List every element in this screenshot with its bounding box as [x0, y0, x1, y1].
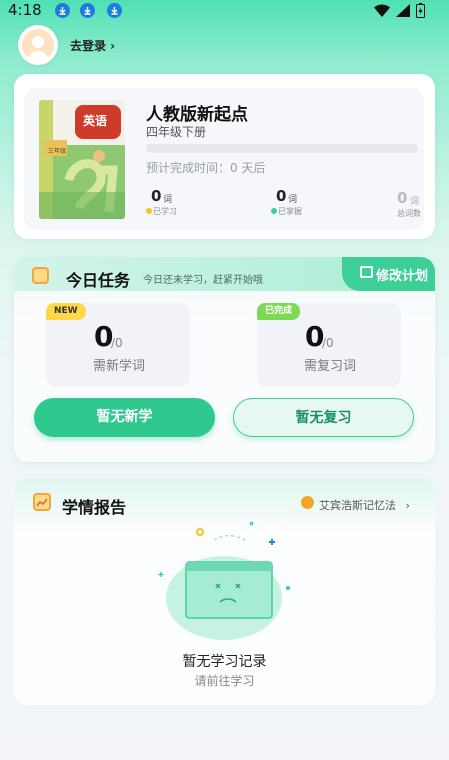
stat-learned-label: 已学习	[153, 207, 177, 216]
memory-method-link[interactable]: 艾宾浩斯记忆法 ›	[319, 497, 410, 513]
checklist-icon	[360, 266, 373, 278]
memory-method-label: 艾宾浩斯记忆法	[319, 499, 396, 512]
empty-state-illustration	[158, 521, 290, 640]
done-tag: 已完成	[257, 303, 301, 320]
report-icon	[33, 493, 51, 511]
stat-learned-value: 0	[151, 187, 162, 205]
empty-state-title: 暂无学习记录	[182, 654, 267, 670]
stat-total-label: 总词数	[397, 209, 421, 218]
new-words-button[interactable]: 暂无新学	[34, 398, 215, 437]
new-tag: NEW	[46, 303, 86, 320]
signal-icon	[396, 4, 410, 17]
book-cover[interactable]: 英语 三年级	[39, 100, 125, 219]
user-icon	[22, 29, 54, 61]
eta-text: 预计完成时间：0 天后	[146, 161, 266, 175]
stat-total-unit: 词	[410, 197, 420, 207]
book-title: 人教版新起点	[146, 105, 248, 125]
empty-state-subtitle: 请前往学习	[194, 674, 255, 688]
stat-learned-unit: 词	[163, 195, 173, 205]
book-cover-grade: 三年级	[48, 148, 67, 155]
download-icon	[80, 3, 95, 18]
wifi-icon	[374, 4, 390, 17]
bulb-icon	[301, 496, 314, 509]
avatar[interactable]	[18, 25, 58, 65]
battery-icon	[416, 3, 425, 18]
status-bar: 4:18	[0, 0, 449, 24]
report-title: 学情报告	[62, 498, 127, 517]
review-total: /0	[322, 336, 334, 350]
edit-plan-button[interactable]: 修改计划	[342, 257, 435, 291]
mastered-dot-icon	[271, 208, 277, 214]
stat-mastered-value: 0	[276, 187, 287, 205]
status-time: 4:18	[8, 1, 42, 19]
progress-bar	[146, 144, 418, 153]
download-icon	[107, 3, 122, 18]
edit-plan-label: 修改计划	[376, 269, 429, 284]
task-title: 今日任务	[66, 271, 131, 290]
review-label: 需复习词	[304, 359, 357, 374]
stat-total-value: 0	[397, 189, 408, 207]
review-words-box: 已完成 0 /0 需复习词	[257, 303, 401, 387]
download-icon	[55, 3, 70, 18]
stat-mastered-label: 已掌握	[278, 207, 302, 216]
new-total: /0	[111, 336, 123, 350]
chevron-right-icon: ›	[405, 499, 410, 512]
review-button[interactable]: 暂无复习	[233, 398, 414, 437]
task-subtitle: 今日还未学习，赶紧开始哦	[143, 275, 263, 286]
calendar-icon	[32, 267, 49, 284]
report-card: 学情报告 艾宾浩斯记忆法 › 暂无学习记录 请前往学习	[14, 478, 435, 705]
new-words-box: NEW 0 /0 需新学词	[46, 303, 190, 387]
book-cover-title: 英语	[83, 114, 108, 128]
new-label: 需新学词	[93, 359, 146, 374]
login-link[interactable]: 去登录 ›	[70, 37, 115, 54]
learned-dot-icon	[146, 208, 152, 214]
stat-mastered-unit: 词	[288, 195, 298, 205]
book-grade: 四年级下册	[146, 125, 207, 139]
task-card: 今日任务 今日还未学习，赶紧开始哦 修改计划 NEW 0 /0 需新学词 已完成…	[14, 257, 435, 462]
